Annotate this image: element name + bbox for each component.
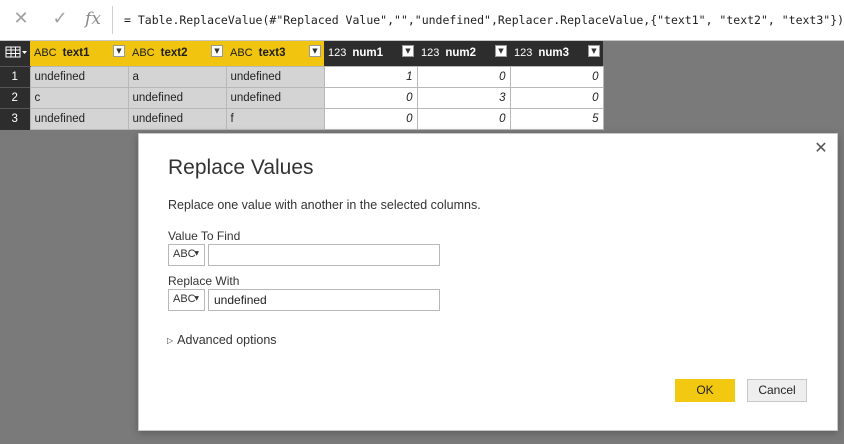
- table-row: 2 c undefined undefined 0 3 0: [0, 87, 604, 109]
- text-type-icon[interactable]: ABC: [230, 47, 253, 59]
- formula-text[interactable]: = Table.ReplaceValue(#"Replaced Value","…: [124, 13, 844, 27]
- table-cell[interactable]: 5: [509, 108, 604, 130]
- filter-dropdown-icon[interactable]: ▼: [113, 45, 125, 57]
- table-cell[interactable]: undefined: [127, 108, 227, 130]
- column-header-num1[interactable]: 123 num1 ▼: [324, 41, 417, 67]
- filter-dropdown-icon[interactable]: ▼: [309, 45, 321, 57]
- text-type-icon: ABC: [173, 293, 196, 305]
- row-number[interactable]: 3: [0, 108, 30, 130]
- row-number[interactable]: 2: [0, 87, 30, 109]
- expand-triangle-icon: ▷: [167, 336, 174, 345]
- table-cell[interactable]: c: [29, 87, 129, 109]
- column-header-text1[interactable]: ABC text1 ▼: [30, 41, 128, 67]
- column-header-num3[interactable]: 123 num3 ▼: [510, 41, 603, 67]
- replace-with-label: Replace With: [168, 274, 240, 288]
- cancel-button[interactable]: Cancel: [747, 379, 807, 402]
- find-type-dropdown[interactable]: ABC ▼: [168, 244, 205, 266]
- table-cell[interactable]: undefined: [127, 87, 227, 109]
- table-cell[interactable]: 0: [416, 66, 511, 88]
- dialog-title: Replace Values: [168, 156, 314, 179]
- table-cell[interactable]: undefined: [225, 66, 325, 88]
- value-to-find-input[interactable]: [208, 244, 440, 266]
- text-type-icon[interactable]: ABC: [34, 47, 57, 59]
- column-label: num1: [352, 47, 384, 60]
- filter-dropdown-icon[interactable]: ▼: [402, 45, 414, 57]
- column-header-text2[interactable]: ABC text2 ▼: [128, 41, 226, 67]
- filter-dropdown-icon[interactable]: ▼: [495, 45, 507, 57]
- table-cell[interactable]: undefined: [29, 66, 129, 88]
- chevron-down-icon: ▼: [194, 250, 199, 257]
- column-label: num3: [538, 47, 570, 60]
- check-icon[interactable]: ✓: [49, 8, 71, 30]
- filter-dropdown-icon[interactable]: ▼: [211, 45, 223, 57]
- table-cell[interactable]: a: [127, 66, 227, 88]
- chevron-down-icon: ▼: [194, 295, 199, 302]
- number-type-icon[interactable]: 123: [421, 47, 439, 59]
- close-icon[interactable]: ✕: [813, 140, 829, 156]
- table-cell[interactable]: undefined: [29, 108, 129, 130]
- table-cell[interactable]: 0: [323, 87, 418, 109]
- column-header-num2[interactable]: 123 num2 ▼: [417, 41, 510, 67]
- table-cell[interactable]: 0: [323, 108, 418, 130]
- replace-values-dialog: ✕ Replace Values Replace one value with …: [138, 133, 838, 431]
- replace-with-input[interactable]: [208, 289, 440, 311]
- column-label: text3: [258, 47, 286, 60]
- table-row: 1 undefined a undefined 1 0 0: [0, 66, 604, 88]
- table-cell[interactable]: f: [225, 108, 325, 130]
- dialog-description: Replace one value with another in the se…: [168, 198, 481, 212]
- formula-bar: ✕ ✓ fx = Table.ReplaceValue(#"Replaced V…: [0, 0, 844, 41]
- advanced-options-toggle[interactable]: ▷ Advanced options: [167, 333, 277, 347]
- table-cell[interactable]: 0: [509, 87, 604, 109]
- table-cell[interactable]: 3: [416, 87, 511, 109]
- text-type-icon: ABC: [173, 248, 196, 260]
- column-label: text2: [160, 47, 188, 60]
- table-cell[interactable]: 1: [323, 66, 418, 88]
- table-cell[interactable]: undefined: [225, 87, 325, 109]
- row-number[interactable]: 1: [0, 66, 30, 88]
- table-row: 3 undefined undefined f 0 0 5: [0, 108, 604, 130]
- data-grid: ABC text1 ▼ ABC text2 ▼ ABC text3 ▼ 123 num1…: [0, 41, 604, 130]
- formula-divider: [112, 6, 113, 34]
- number-type-icon[interactable]: 123: [514, 47, 532, 59]
- table-menu-icon[interactable]: [0, 41, 30, 67]
- close-icon[interactable]: ✕: [10, 8, 32, 30]
- replace-type-dropdown[interactable]: ABC ▼: [168, 289, 205, 311]
- column-label: num2: [445, 47, 477, 60]
- advanced-options-label: Advanced options: [177, 333, 277, 347]
- column-header-text3[interactable]: ABC text3 ▼: [226, 41, 324, 67]
- number-type-icon[interactable]: 123: [328, 47, 346, 59]
- table-cell[interactable]: 0: [509, 66, 604, 88]
- column-label: text1: [62, 47, 90, 60]
- ok-button[interactable]: OK: [675, 379, 735, 402]
- text-type-icon[interactable]: ABC: [132, 47, 155, 59]
- table-cell[interactable]: 0: [416, 108, 511, 130]
- fx-icon[interactable]: fx: [82, 8, 104, 30]
- filter-dropdown-icon[interactable]: ▼: [588, 45, 600, 57]
- value-to-find-label: Value To Find: [168, 229, 241, 243]
